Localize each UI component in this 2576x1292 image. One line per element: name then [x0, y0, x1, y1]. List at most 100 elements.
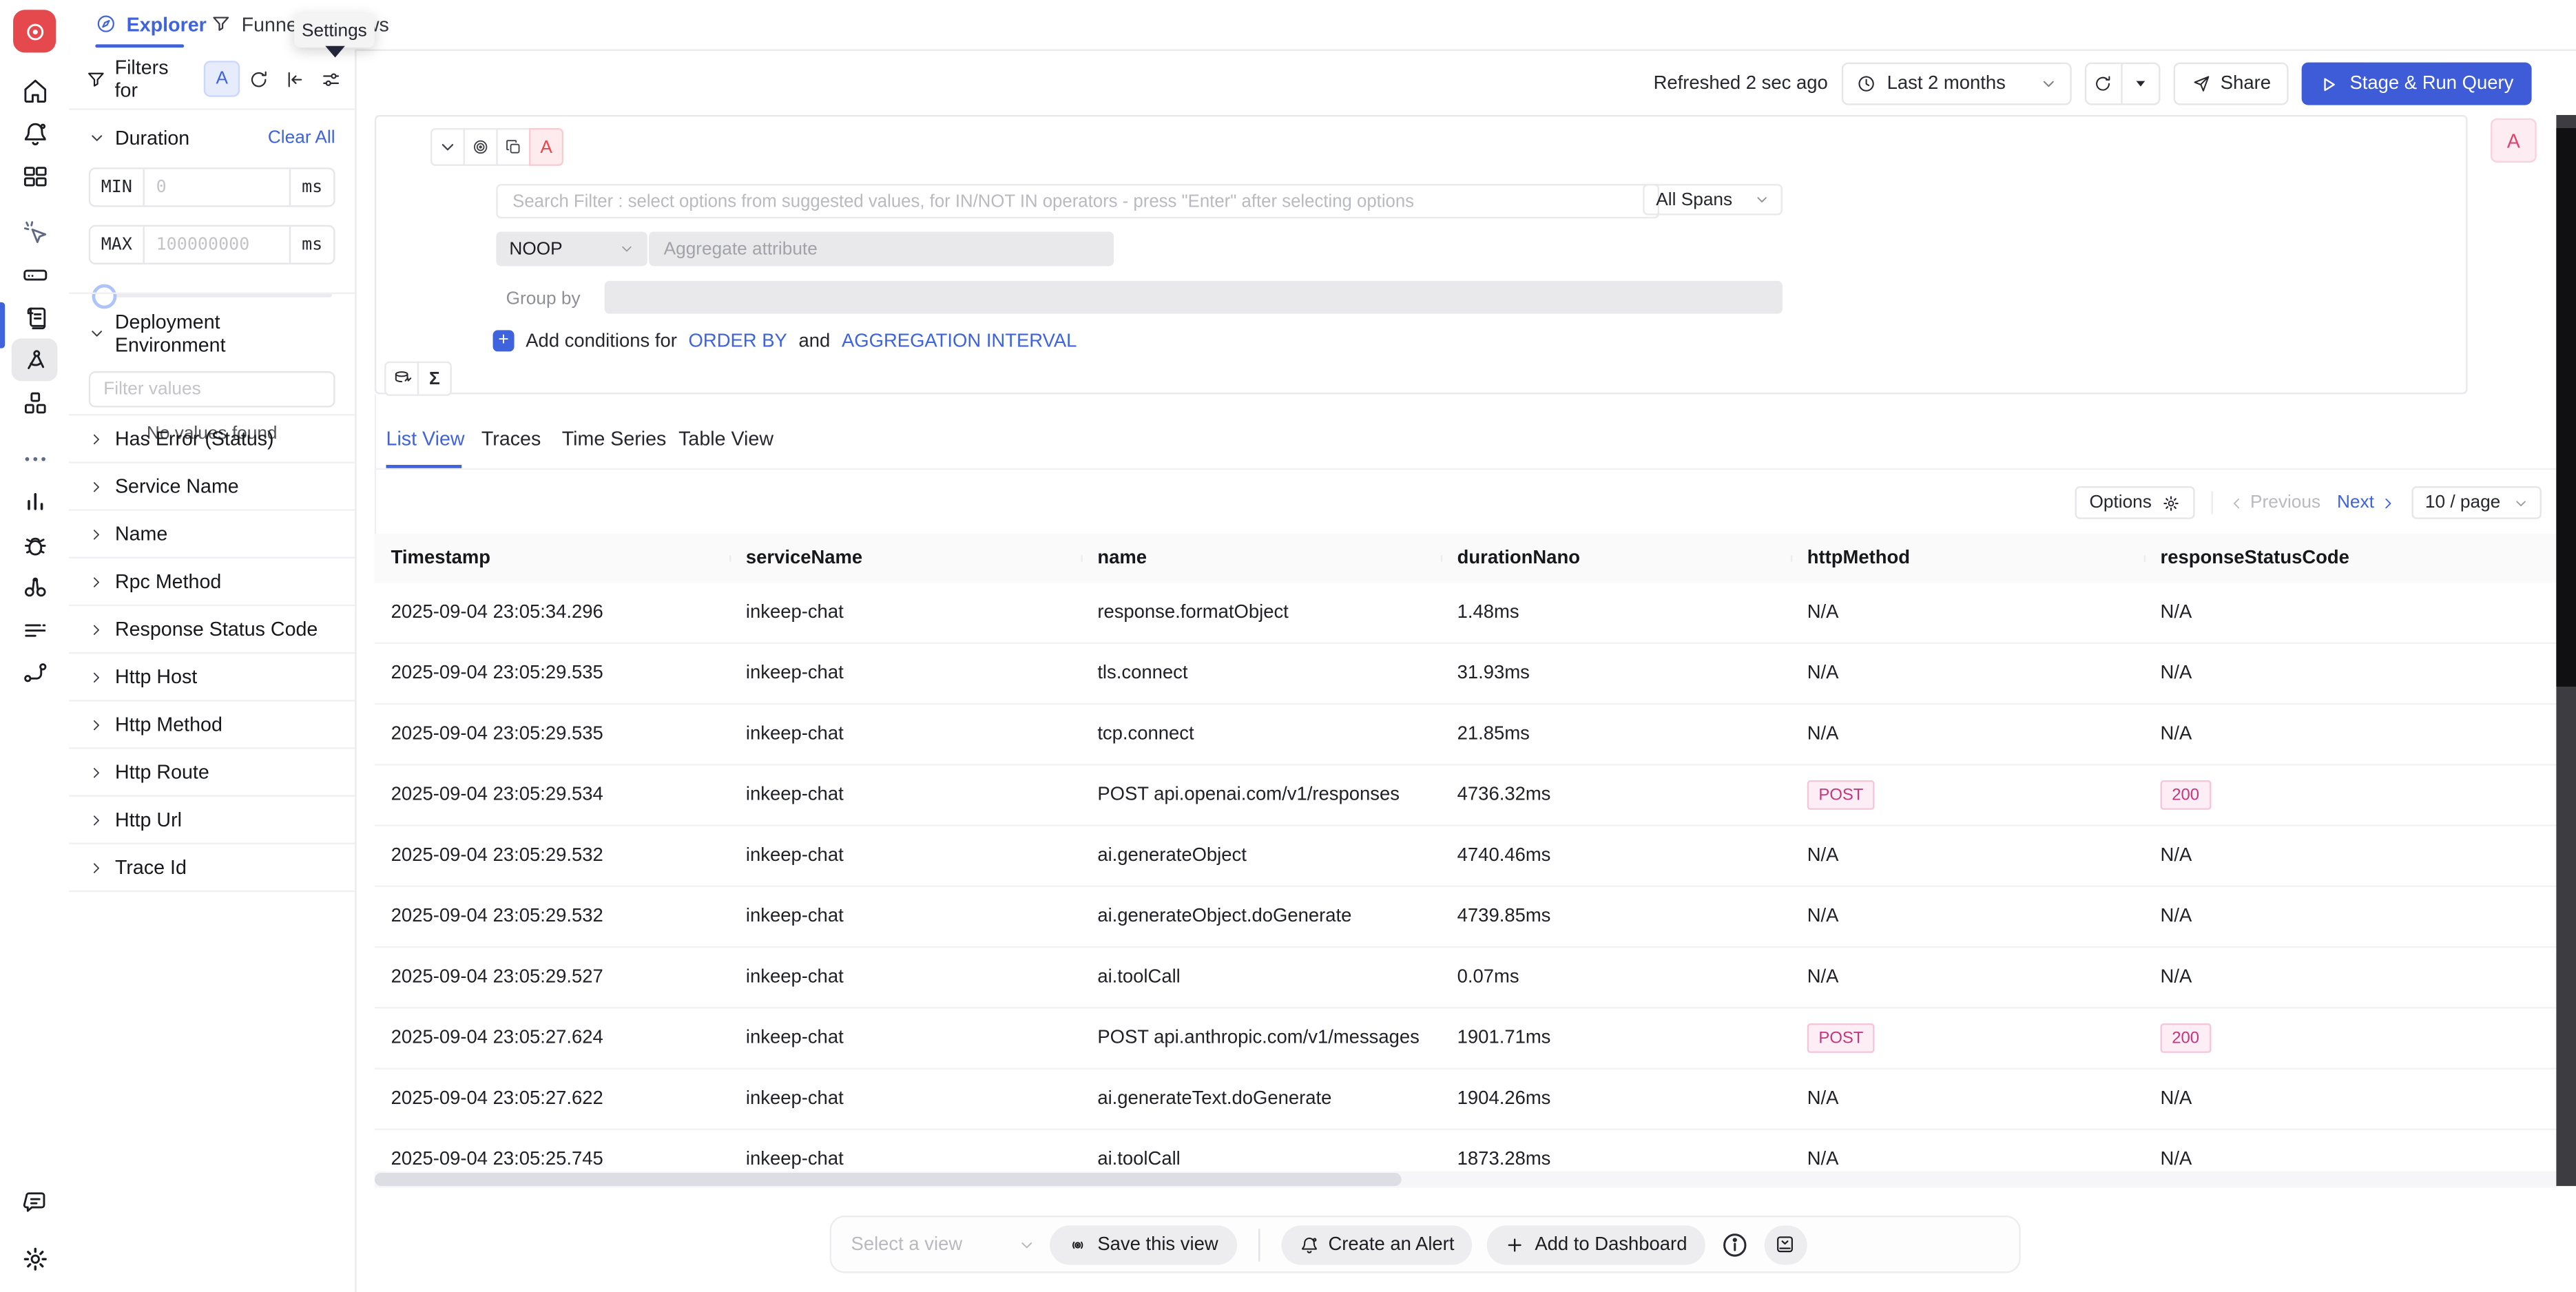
dashboard-grid-icon: [21, 162, 49, 190]
tab-table-view[interactable]: Table View: [678, 427, 773, 450]
create-alert-button[interactable]: Create an Alert: [1280, 1225, 1472, 1264]
cell-service-name: inkeep-chat: [729, 664, 1081, 684]
refresh-button[interactable]: [2086, 64, 2123, 103]
column-header-httpmethod[interactable]: httpMethod: [1791, 549, 2144, 569]
column-header-durationnano[interactable]: durationNano: [1441, 549, 1791, 569]
filter-section-http-url[interactable]: Http Url: [69, 795, 355, 842]
table-row[interactable]: 2025-09-04 23:05:29.535inkeep-chattcp.co…: [375, 703, 2557, 764]
cursor-sparkle-icon: [21, 218, 49, 246]
table-header-row: TimestampserviceNamenamedurationNanohttp…: [375, 534, 2557, 583]
column-header-name[interactable]: name: [1081, 549, 1440, 569]
add-conditions-button[interactable]: +: [493, 330, 515, 351]
duration-max-group: MAX ms: [89, 225, 335, 264]
add-to-dashboard-button[interactable]: Add to Dashboard: [1487, 1225, 1705, 1264]
filter-section-http-method[interactable]: Http Method: [69, 700, 355, 747]
nav-settings[interactable]: [12, 1237, 58, 1280]
cell-http-method: POST: [1791, 1023, 2144, 1053]
nav-exceptions[interactable]: [12, 522, 58, 565]
filter-section-trace-id[interactable]: Trace Id: [69, 843, 355, 890]
span-scope-select[interactable]: All Spans: [1643, 184, 1783, 215]
cell-duration: 4740.46ms: [1441, 846, 1791, 866]
vertical-scrollbar-track[interactable]: [2556, 115, 2576, 1186]
table-row[interactable]: 2025-09-04 23:05:27.624inkeep-chatPOST a…: [375, 1007, 2557, 1067]
nav-feedback[interactable]: [12, 1181, 58, 1224]
time-range-select[interactable]: Last 2 months: [1841, 63, 2071, 105]
cell-span-name: tcp.connect: [1081, 725, 1440, 744]
cell-timestamp: 2025-09-04 23:05:29.535: [375, 725, 729, 744]
signoz-logo-icon[interactable]: [13, 10, 56, 52]
column-header-responsestatuscode[interactable]: responseStatusCode: [2144, 549, 2557, 569]
page-size-select[interactable]: 10 / page: [2412, 486, 2542, 519]
gear-icon: [2161, 494, 2179, 512]
table-row[interactable]: 2025-09-04 23:05:29.527inkeep-chatai.too…: [375, 946, 2557, 1007]
query-name-chip[interactable]: A: [529, 128, 563, 166]
filter-section-http-route[interactable]: Http Route: [69, 747, 355, 795]
nav-onboarding[interactable]: [12, 210, 58, 253]
nav-alerts[interactable]: [12, 112, 58, 154]
filter-section-rpc-method[interactable]: Rpc Method: [69, 557, 355, 605]
search-filter-input[interactable]: [496, 184, 1659, 218]
nav-infrastructure[interactable]: [12, 253, 58, 295]
table-row[interactable]: 2025-09-04 23:05:34.296inkeep-chatrespon…: [375, 583, 2557, 643]
cell-status-code: N/A: [2144, 603, 2557, 623]
nav-dashboards[interactable]: [12, 154, 58, 197]
options-button[interactable]: Options: [2075, 486, 2194, 519]
table-row[interactable]: 2025-09-04 23:05:29.535inkeep-chattls.co…: [375, 643, 2557, 703]
table-row[interactable]: 2025-09-04 23:05:27.622inkeep-chatai.gen…: [375, 1067, 2557, 1128]
column-header-timestamp[interactable]: Timestamp: [375, 549, 729, 569]
column-header-servicename[interactable]: serviceName: [729, 549, 1081, 569]
table-row[interactable]: 2025-09-04 23:05:29.532inkeep-chatai.gen…: [375, 886, 2557, 946]
chevron-down-icon[interactable]: [89, 129, 105, 146]
cell-service-name: inkeep-chat: [729, 846, 1081, 866]
cell-timestamp: 2025-09-04 23:05:29.535: [375, 664, 729, 684]
previous-page-button[interactable]: Previous: [2229, 493, 2320, 513]
chevron-down-icon[interactable]: [89, 325, 105, 342]
duration-min-input[interactable]: [145, 169, 289, 205]
tab-list-view[interactable]: List View: [386, 427, 465, 450]
cell-duration: 31.93ms: [1441, 664, 1791, 684]
sigma-icon: Σ: [429, 368, 440, 388]
order-by-link[interactable]: ORDER BY: [689, 331, 787, 351]
filter-section-response-status-code[interactable]: Response Status Code: [69, 605, 355, 652]
table-row[interactable]: 2025-09-04 23:05:29.532inkeep-chatai.gen…: [375, 824, 2557, 885]
select-view-dropdown[interactable]: Select a view: [851, 1234, 1035, 1254]
query-builder-button[interactable]: [384, 362, 419, 396]
vertical-scrollbar-thumb[interactable]: [2556, 128, 2576, 687]
nav-explorer-binoculars[interactable]: [12, 565, 58, 608]
share-button[interactable]: Share: [2173, 63, 2289, 105]
group-by-field: [605, 281, 1783, 314]
stage-run-query-button[interactable]: Stage & Run Query: [2302, 63, 2531, 105]
table-row[interactable]: 2025-09-04 23:05:29.534inkeep-chatPOST a…: [375, 764, 2557, 824]
clear-all-link[interactable]: Clear All: [268, 128, 335, 148]
bug-icon: [21, 530, 49, 558]
formula-button[interactable]: Σ: [417, 362, 452, 396]
horizontal-scrollbar-thumb[interactable]: [375, 1173, 1402, 1186]
filter-section-http-host[interactable]: Http Host: [69, 652, 355, 700]
nav-pipelines[interactable]: [12, 651, 58, 694]
cell-status-code: N/A: [2144, 846, 2557, 866]
query-clone-button[interactable]: [496, 128, 530, 166]
tab-time-series[interactable]: Time Series: [562, 427, 667, 450]
nav-traces-active[interactable]: [12, 338, 58, 381]
nav-more[interactable]: [12, 437, 58, 479]
query-collapse-button[interactable]: [430, 128, 465, 166]
play-icon: [2320, 75, 2338, 93]
info-button[interactable]: [1720, 1229, 1749, 1259]
refresh-options-button[interactable]: [2123, 64, 2158, 103]
query-focus-button[interactable]: [464, 128, 498, 166]
cell-span-name: tls.connect: [1081, 664, 1440, 684]
aggregate-operator-select[interactable]: NOOP: [496, 231, 647, 266]
save-view-button[interactable]: Save this view: [1050, 1225, 1236, 1264]
next-page-button[interactable]: Next: [2337, 493, 2396, 513]
aggregation-interval-link[interactable]: AGGREGATION INTERVAL: [842, 331, 1077, 351]
export-image-button[interactable]: [1765, 1225, 1807, 1264]
nav-services[interactable]: [12, 381, 58, 424]
nav-list[interactable]: [12, 608, 58, 651]
nav-logs[interactable]: [12, 295, 58, 338]
filter-section-has-error-status-[interactable]: Has Error (Status): [69, 414, 355, 461]
tab-explorer[interactable]: Explorer: [95, 0, 206, 48]
tab-traces[interactable]: Traces: [481, 427, 541, 450]
deployment-filter-input[interactable]: [89, 371, 335, 407]
query-a-badge[interactable]: A: [2491, 118, 2537, 163]
duration-max-input[interactable]: [145, 227, 289, 262]
